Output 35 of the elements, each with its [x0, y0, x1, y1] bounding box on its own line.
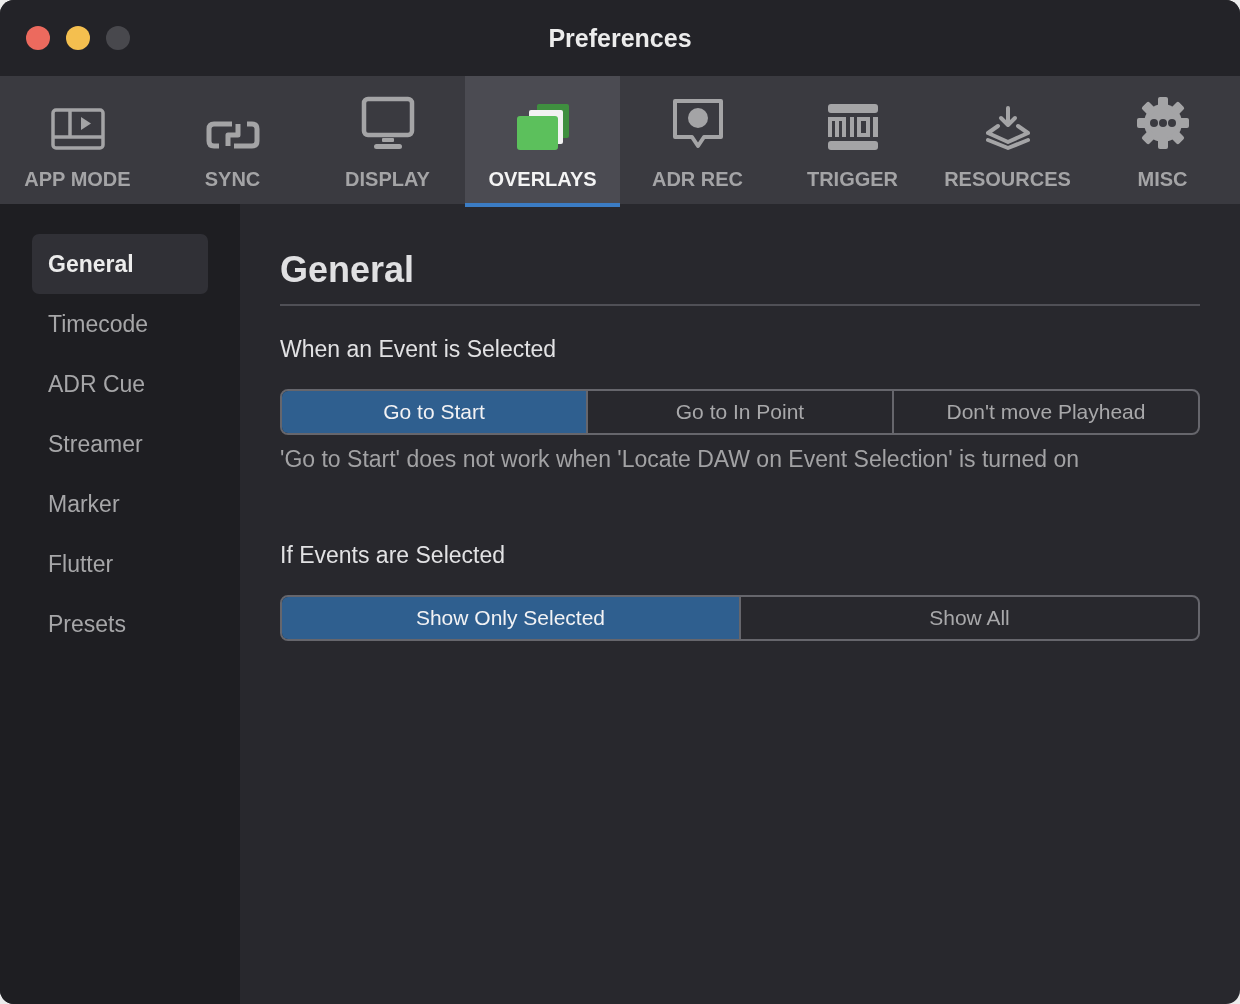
- segment-button[interactable]: Go to In Point: [586, 391, 892, 433]
- toolbar-tab[interactable]: RESOURCES: [930, 76, 1085, 207]
- section-heading: General: [280, 248, 416, 292]
- segment-button[interactable]: Show All: [739, 597, 1198, 639]
- sidebar-item[interactable]: Marker: [32, 474, 208, 534]
- toolbar-tab[interactable]: OVERLAYS: [465, 76, 620, 207]
- toolbar-tab[interactable]: MISC: [1085, 76, 1240, 207]
- sidebar-item[interactable]: Timecode: [32, 294, 208, 354]
- video-layout-icon: [50, 108, 105, 150]
- close-button[interactable]: [26, 26, 50, 50]
- minimize-button[interactable]: [66, 26, 90, 50]
- toolbar-tab[interactable]: SYNC: [155, 76, 310, 207]
- sidebar-item[interactable]: Streamer: [32, 414, 208, 474]
- hint-text: 'Go to Start' does not work when 'Locate DAW on Event Selection' is turned on: [280, 445, 1080, 474]
- monitor-icon: [360, 96, 415, 150]
- stacked-layers-icon: [516, 104, 569, 150]
- sidebar-item[interactable]: ADR Cue: [32, 354, 208, 414]
- striped-block-icon: [825, 104, 880, 150]
- chain-link-icon: [205, 120, 260, 150]
- segment-button[interactable]: Go to Start: [282, 391, 586, 433]
- group-label: When an Event is Selected: [280, 335, 557, 364]
- segment-button[interactable]: Show Only Selected: [282, 597, 739, 639]
- toolbar-tab[interactable]: TRIGGER: [775, 76, 930, 207]
- segment-button[interactable]: Don't move Playhead: [892, 391, 1198, 433]
- toolbar-tab[interactable]: DISPLAY: [310, 76, 465, 207]
- sidebar-item[interactable]: General: [32, 234, 208, 294]
- download-tray-icon: [983, 106, 1032, 150]
- sidebar-item[interactable]: Flutter: [32, 534, 208, 594]
- gear-icon: [1135, 96, 1190, 150]
- window-title: Preferences: [548, 23, 692, 53]
- sidebar-item[interactable]: Presets: [32, 594, 208, 654]
- toolbar-tab[interactable]: APP MODE: [0, 76, 155, 207]
- speech-bubble-icon: [670, 98, 725, 150]
- toolbar-tab[interactable]: ADR REC: [620, 76, 775, 207]
- group-label: If Events are Selected: [280, 541, 505, 570]
